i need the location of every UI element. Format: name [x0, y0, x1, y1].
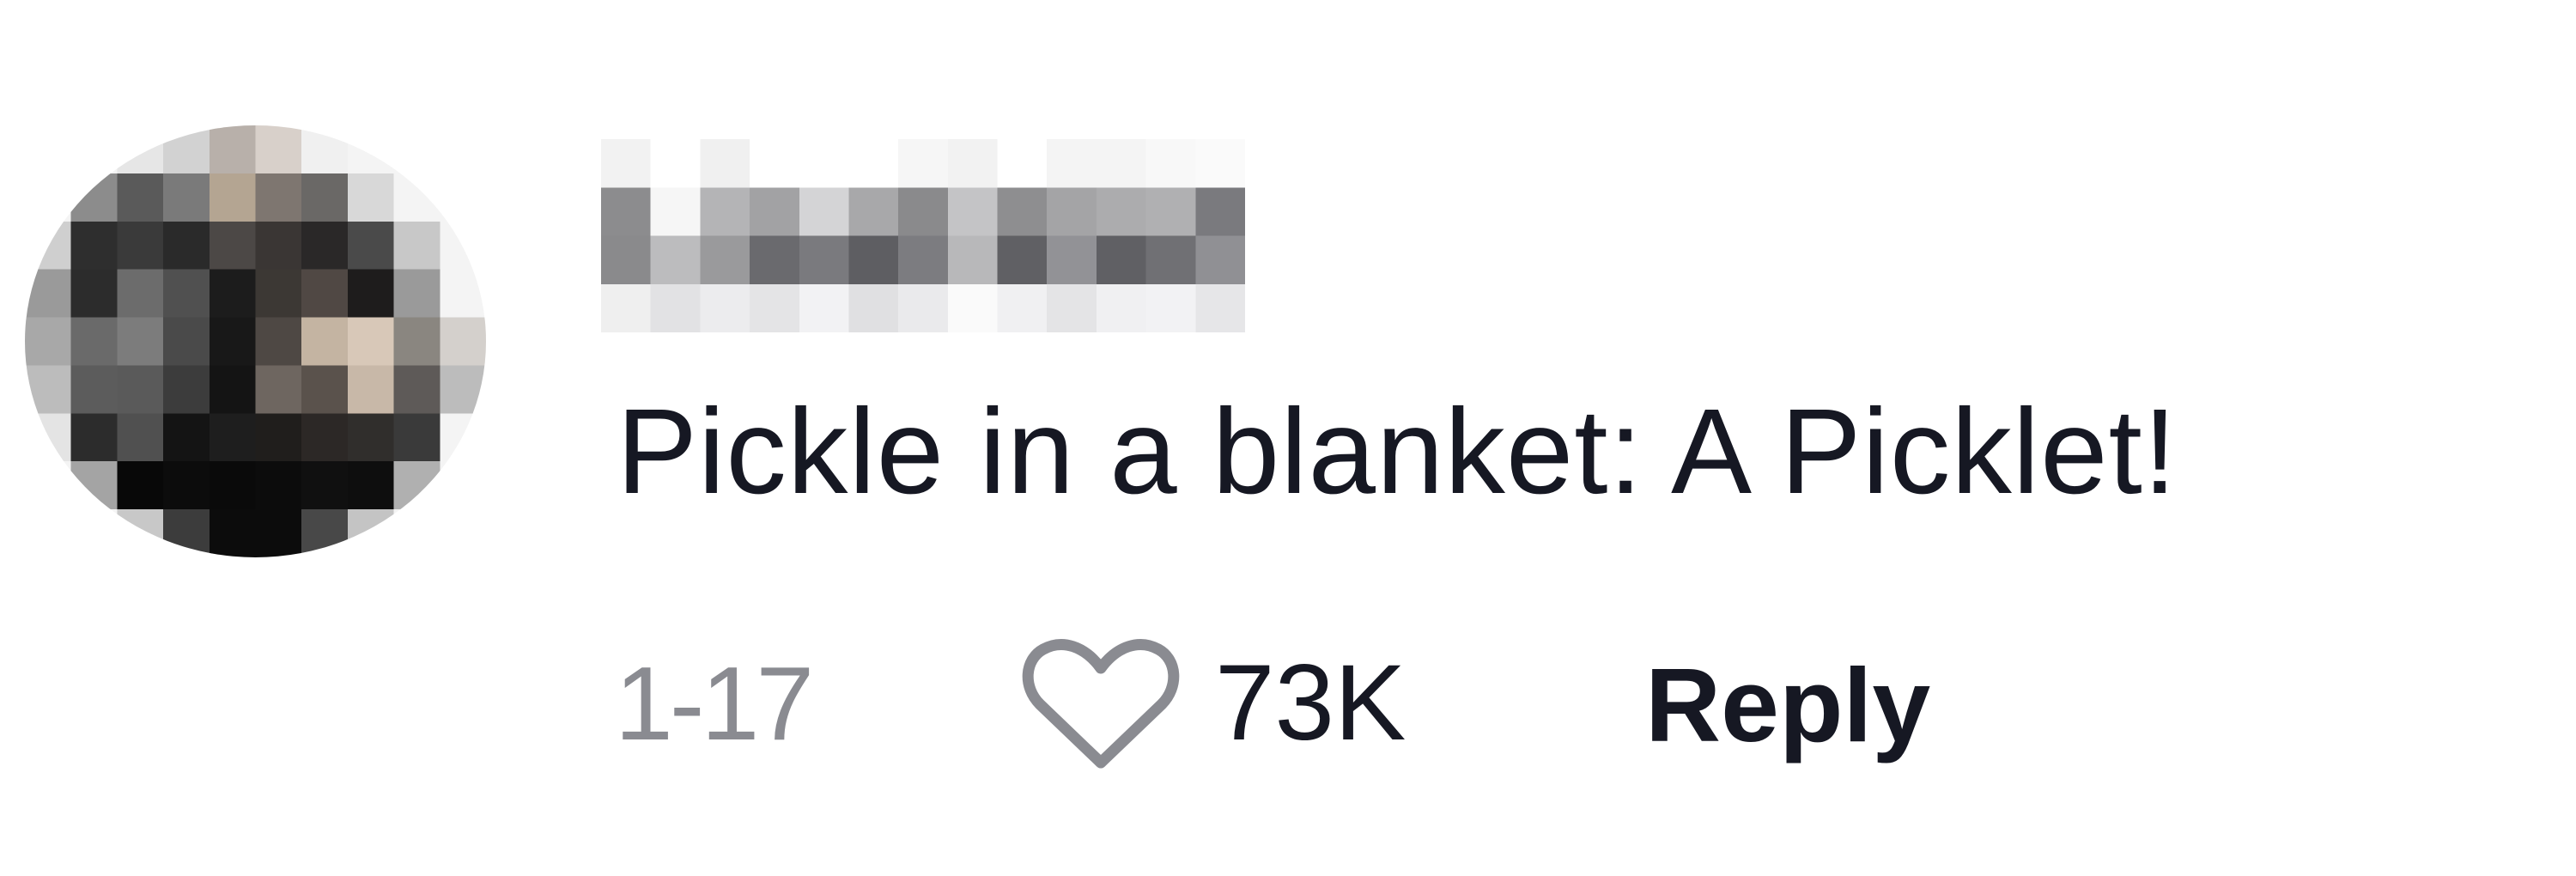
comment-item: Pickle in a blanket: A Picklet! 1-17 73K… [0, 0, 2576, 876]
heart-outline-icon [1021, 636, 1181, 773]
like-button[interactable]: 73K [1021, 627, 1467, 782]
user-avatar[interactable] [25, 125, 486, 557]
comment-text: Pickle in a blanket: A Picklet! [617, 383, 2178, 519]
reply-button[interactable]: Reply [1645, 641, 1930, 770]
comment-date: 1-17 [615, 645, 814, 762]
like-count: 73K [1215, 643, 1406, 763]
pixelated-avatar-icon [25, 125, 486, 557]
username-redacted[interactable] [601, 139, 1245, 332]
comment-actions: 1-17 73K Reply [615, 627, 2504, 782]
blurred-username-graphic [601, 139, 1245, 332]
